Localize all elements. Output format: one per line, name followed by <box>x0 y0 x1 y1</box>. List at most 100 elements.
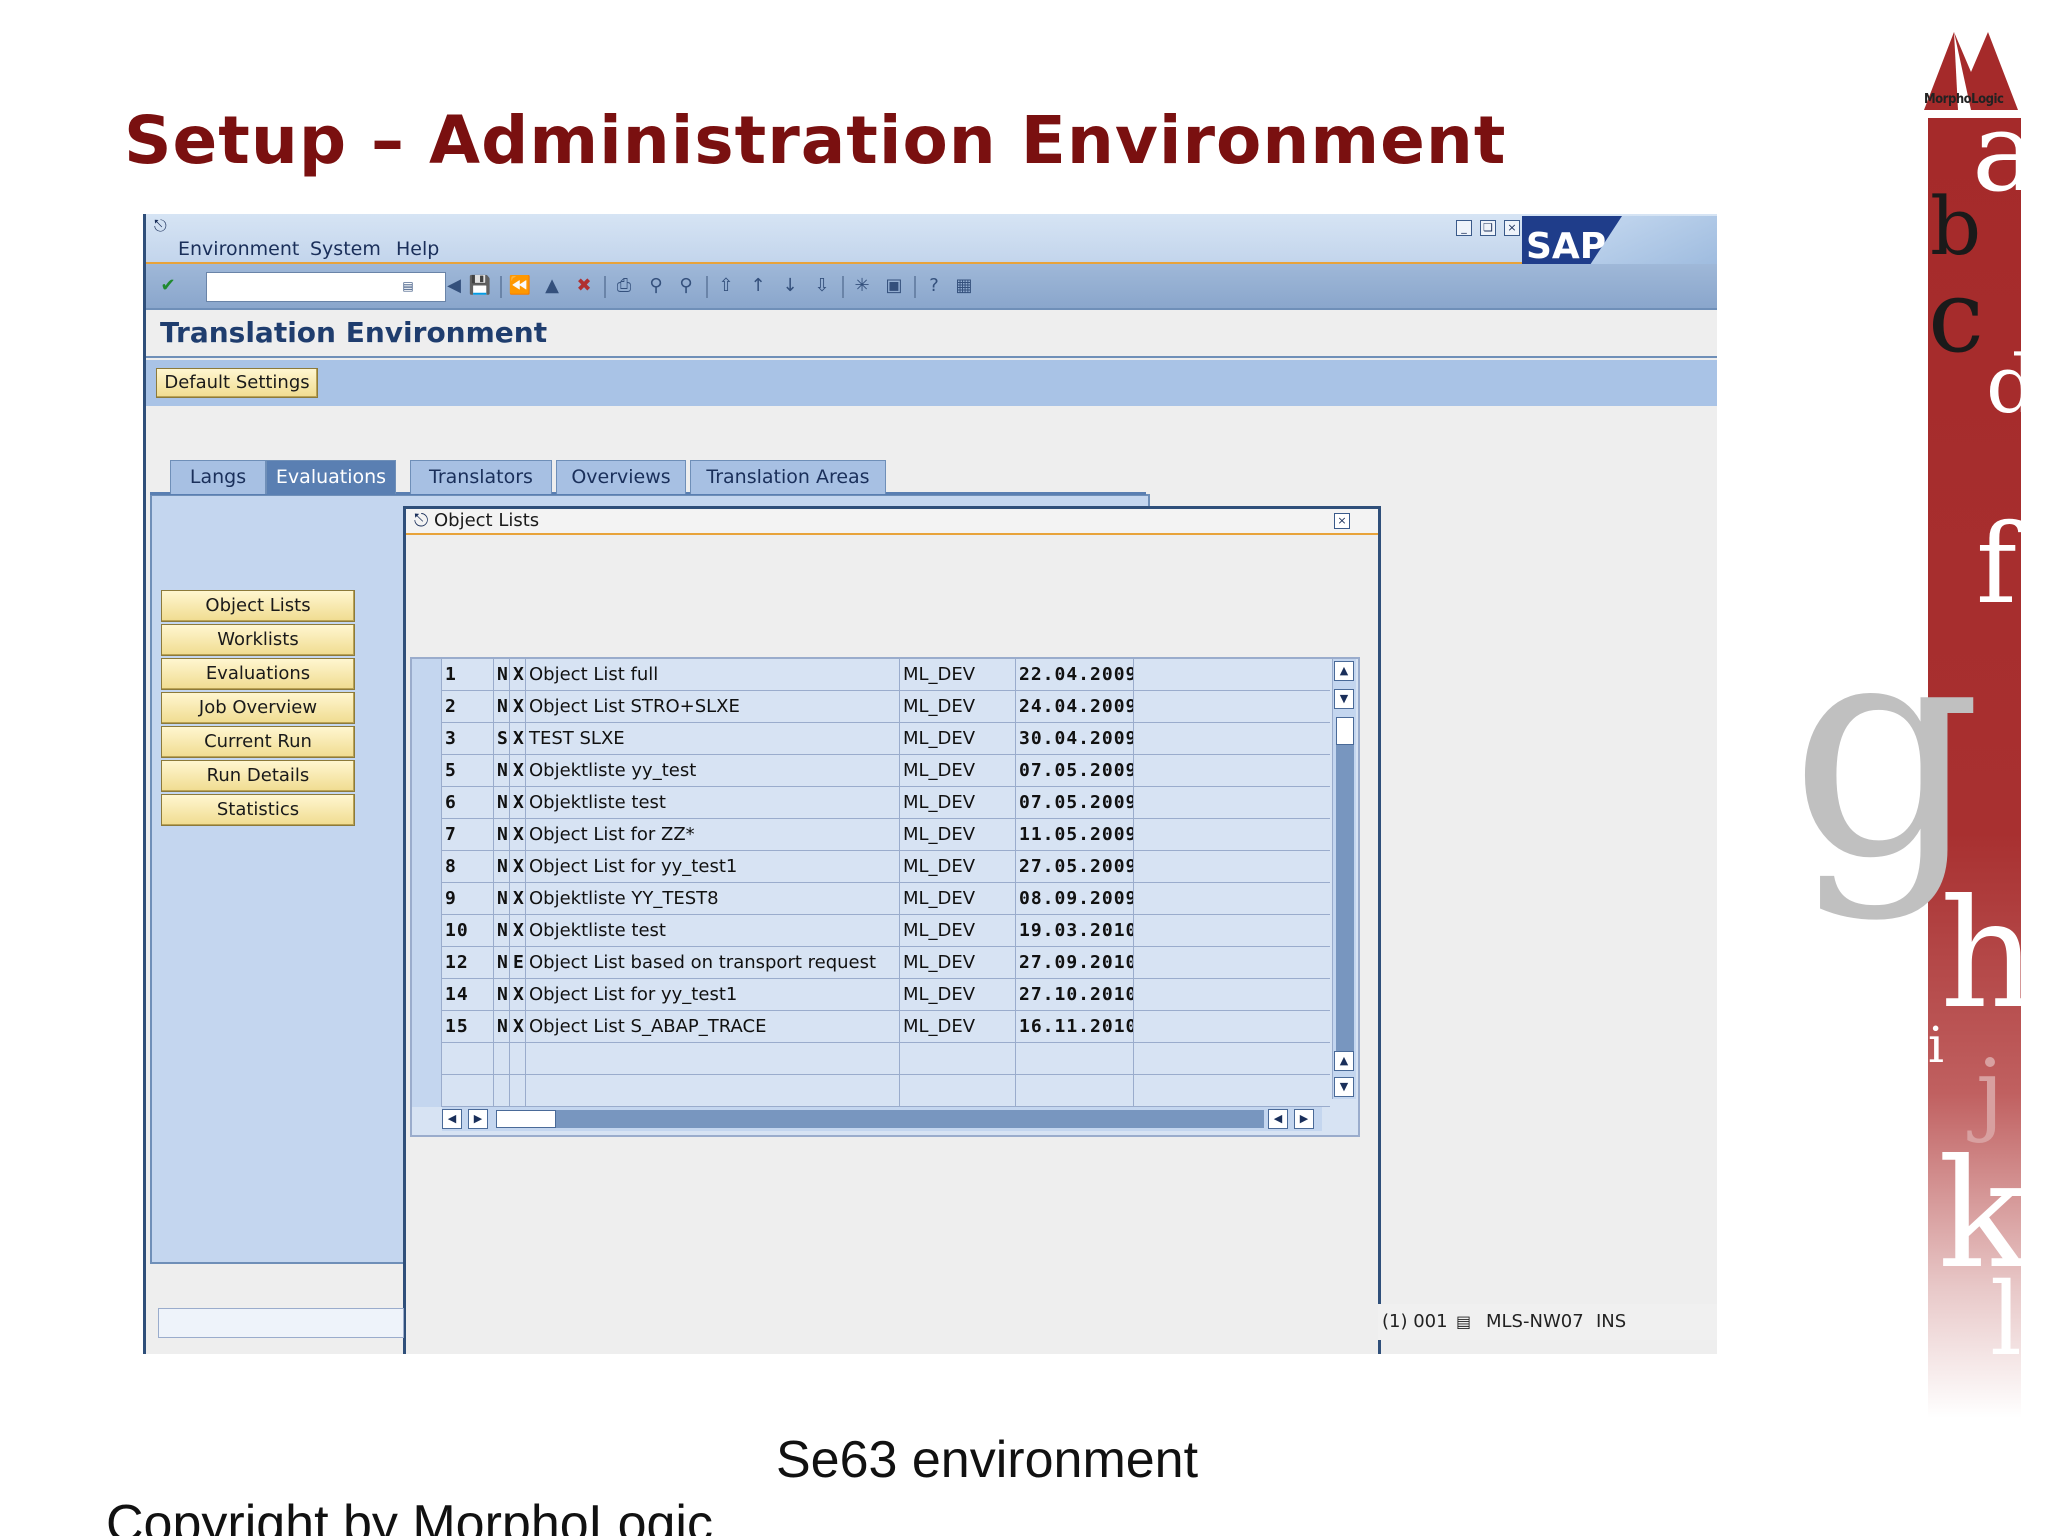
previous-page-icon[interactable]: ↑ <box>746 274 770 298</box>
shortcut-icon[interactable]: ▣ <box>882 274 906 298</box>
vertical-scroll-thumb[interactable] <box>1336 717 1354 745</box>
cell-b: X <box>510 979 526 1011</box>
row-selector[interactable] <box>412 723 442 755</box>
last-page-icon[interactable]: ⇩ <box>810 274 834 298</box>
find-icon[interactable]: ⚲ <box>644 274 668 298</box>
row-selector[interactable] <box>412 819 442 851</box>
row-selector[interactable] <box>412 1075 442 1107</box>
tab-evaluations[interactable]: Evaluations <box>266 460 396 494</box>
table-row[interactable]: 15 N X Object List S_ABAP_TRACE ML_DEV 16.11.… <box>412 1011 1330 1043</box>
screen-title: Translation Environment <box>160 316 548 349</box>
row-selector[interactable] <box>412 947 442 979</box>
dialog-menu-icon[interactable]: ⎋ <box>414 510 428 531</box>
exit-icon[interactable]: ▲ <box>540 274 564 298</box>
table-row[interactable]: 7 N X Object List for ZZ* ML_DEV 11.05.2009 <box>412 819 1330 851</box>
back-arrow-icon[interactable]: ◀ <box>442 274 466 298</box>
cell-a: N <box>494 883 510 915</box>
worklists-button[interactable]: Worklists <box>161 624 355 656</box>
session-list-icon[interactable]: ▤ <box>1456 1310 1471 1334</box>
object-lists-button[interactable]: Object Lists <box>161 590 355 622</box>
table-row[interactable]: 3 S X TEST SLXE ML_DEV 30.04.2009 <box>412 723 1330 755</box>
row-selector[interactable] <box>412 1011 442 1043</box>
row-selector[interactable] <box>412 915 442 947</box>
scroll-right-2-icon[interactable]: ▶ <box>1294 1109 1314 1129</box>
scroll-right-icon[interactable]: ▶ <box>468 1109 488 1129</box>
find-next-icon[interactable]: ⚲ <box>674 274 698 298</box>
row-selector[interactable] <box>412 659 442 691</box>
vertical-scrollbar[interactable]: ▲ ▼ ▲ ▼ <box>1332 659 1356 1099</box>
tab-langs[interactable]: Langs <box>170 460 266 494</box>
menu-environment[interactable]: Environment <box>178 238 299 260</box>
cell-b: X <box>510 755 526 787</box>
status-server: MLS-NW07 <box>1486 1311 1584 1332</box>
table-row[interactable]: 2 N X Object List STRO+SLXE ML_DEV 24.04.2009 <box>412 691 1330 723</box>
row-selector[interactable] <box>412 851 442 883</box>
scroll-left-2-icon[interactable]: ◀ <box>1268 1109 1288 1129</box>
table-row[interactable]: 6 N X Objektliste test ML_DEV 07.05.2009 <box>412 787 1330 819</box>
table-row[interactable] <box>412 1075 1330 1107</box>
enter-icon[interactable]: ✔ <box>156 274 180 298</box>
table-row[interactable]: 12 N E Object List based on transport reque… <box>412 947 1330 979</box>
dialog-close-icon[interactable]: × <box>1334 513 1350 529</box>
first-page-icon[interactable]: ⇧ <box>714 274 738 298</box>
close-icon[interactable]: × <box>1504 220 1520 236</box>
layout-menu-icon[interactable]: ▦ <box>952 274 976 298</box>
menu-help[interactable]: Help <box>396 238 439 260</box>
row-selector[interactable] <box>412 755 442 787</box>
scroll-down-icon[interactable]: ▼ <box>1334 689 1354 709</box>
scroll-up-icon[interactable]: ▲ <box>1334 661 1354 681</box>
tab-overviews[interactable]: Overviews <box>556 460 686 494</box>
cell-date: 19.03.2010 <box>1016 915 1134 947</box>
table-row[interactable]: 14 N X Object List for yy_test1 ML_DEV 27.10.… <box>412 979 1330 1011</box>
row-selector[interactable] <box>412 1043 442 1075</box>
cell-sys <box>900 1075 1016 1107</box>
cell-a: N <box>494 659 510 691</box>
run-details-button[interactable]: Run Details <box>161 760 355 792</box>
sap-titlebar: ⎋ Environment System Help _ ❏ × <box>146 214 1717 264</box>
object-lists-grid: 1 N X Object List full ML_DEV 22.04.2009 2 N X Ob… <box>410 657 1360 1137</box>
command-history-icon[interactable]: ▤ <box>396 274 420 298</box>
evaluations-button[interactable]: Evaluations <box>161 658 355 690</box>
sap-toolbar: ✔ ▤ ◀ 💾 ⏪ ▲ ✖ ⎙ ⚲ ⚲ ⇧ ↑ ↓ ⇩ ✳ ▣ ? ▦ <box>146 264 1717 310</box>
current-run-button[interactable]: Current Run <box>161 726 355 758</box>
scroll-down-2-icon[interactable]: ▼ <box>1334 1077 1354 1097</box>
cell-name: TEST SLXE <box>526 723 900 755</box>
table-row[interactable]: 8 N X Object List for yy_test1 ML_DEV 27.05.2… <box>412 851 1330 883</box>
save-icon[interactable]: 💾 <box>468 274 492 298</box>
horizontal-scrollbar[interactable]: ◀ ▶ ◀ ▶ <box>442 1107 1322 1131</box>
row-selector[interactable] <box>412 883 442 915</box>
table-row[interactable]: 1 N X Object List full ML_DEV 22.04.2009 <box>412 659 1330 691</box>
scroll-left-icon[interactable]: ◀ <box>442 1109 462 1129</box>
cell-b: X <box>510 1011 526 1043</box>
create-session-icon[interactable]: ✳ <box>850 274 874 298</box>
scroll-up-2-icon[interactable]: ▲ <box>1334 1051 1354 1071</box>
tab-translators[interactable]: Translators <box>410 460 552 494</box>
table-row[interactable]: 9 N X Objektliste YY_TEST8 ML_DEV 08.09.2009 <box>412 883 1330 915</box>
table-row[interactable]: 10 N X Objektliste test ML_DEV 19.03.2010 <box>412 915 1330 947</box>
cell-a: S <box>494 723 510 755</box>
row-selector[interactable] <box>412 787 442 819</box>
status-mode: INS <box>1596 1311 1627 1332</box>
statistics-button[interactable]: Statistics <box>161 794 355 826</box>
print-icon[interactable]: ⎙ <box>612 274 636 298</box>
job-overview-button[interactable]: Job Overview <box>161 692 355 724</box>
next-page-icon[interactable]: ↓ <box>778 274 802 298</box>
cell-id: 10 <box>442 915 494 947</box>
minimize-icon[interactable]: _ <box>1456 220 1472 236</box>
horizontal-scroll-thumb[interactable] <box>496 1110 556 1128</box>
dialog-title-text: Object Lists <box>433 510 540 531</box>
help-icon[interactable]: ? <box>922 274 946 298</box>
row-selector[interactable] <box>412 691 442 723</box>
back-icon[interactable]: ⏪ <box>508 274 532 298</box>
window-menu-icon[interactable]: ⎋ <box>154 216 167 236</box>
cancel-icon[interactable]: ✖ <box>572 274 596 298</box>
restore-icon[interactable]: ❏ <box>1480 220 1496 236</box>
table-row[interactable]: 5 N X Objektliste yy_test ML_DEV 07.05.2009 <box>412 755 1330 787</box>
cell-id: 5 <box>442 755 494 787</box>
row-selector[interactable] <box>412 979 442 1011</box>
default-settings-button[interactable]: Default Settings <box>156 368 318 398</box>
tab-translation-areas[interactable]: Translation Areas <box>690 460 886 494</box>
cell-date: 16.11.2010 <box>1016 1011 1134 1043</box>
menu-system[interactable]: System <box>310 238 381 260</box>
table-row[interactable] <box>412 1043 1330 1075</box>
